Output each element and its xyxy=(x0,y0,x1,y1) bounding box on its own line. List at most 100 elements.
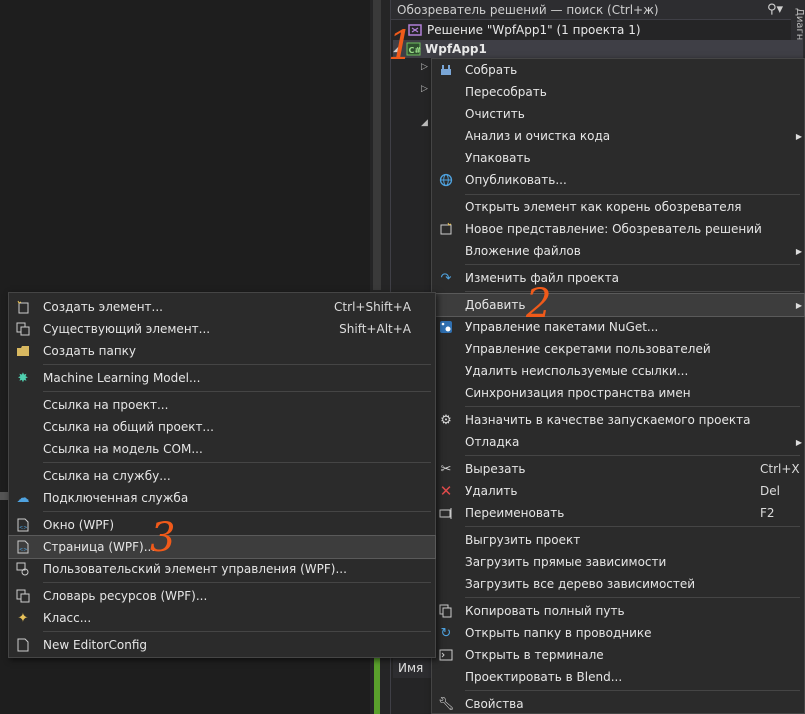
project-context-menu: Собрать Пересобрать Очистить Анализ и оч… xyxy=(431,58,805,714)
new-view-icon xyxy=(437,220,455,238)
menu-separator xyxy=(465,597,800,598)
svg-text:<>: <> xyxy=(19,525,27,531)
scissors-icon: ✂ xyxy=(440,461,452,477)
menu-separator xyxy=(43,582,431,583)
menu-separator xyxy=(465,690,800,691)
menu-separator xyxy=(43,462,431,463)
menu-item-cut[interactable]: ✂ Вырезать Ctrl+X xyxy=(432,458,804,480)
menu-item-manage-secrets[interactable]: Управление секретами пользователей xyxy=(432,338,804,360)
menu-item-delete[interactable]: ✕ Удалить Del xyxy=(432,480,804,502)
menu-item-manage-nuget[interactable]: Управление пакетами NuGet... xyxy=(432,316,804,338)
new-item-icon xyxy=(14,298,32,316)
change-indicator xyxy=(374,652,380,714)
annotation-1: 1 xyxy=(388,23,414,69)
solution-node[interactable]: Решение "WpfApp1" (1 проекта 1) xyxy=(407,21,641,39)
wrench-icon: 🔧︎ xyxy=(437,696,455,712)
menu-item-edit-project-file[interactable]: ↷ Изменить файл проекта xyxy=(432,267,804,289)
submenu-item-com-ref[interactable]: Ссылка на модель COM... xyxy=(9,438,435,460)
gear-icon: ⚙ xyxy=(440,412,452,428)
menu-separator xyxy=(43,364,431,365)
menu-item-load-dep-tree[interactable]: Загрузить все дерево зависимостей xyxy=(432,573,804,595)
menu-item-file-nesting[interactable]: Вложение файлов ▶ xyxy=(432,240,804,262)
svg-text:<>: <> xyxy=(19,547,27,553)
submenu-item-resource-dictionary[interactable]: Словарь ресурсов (WPF)... xyxy=(9,585,435,607)
existing-item-icon xyxy=(14,320,32,338)
rename-icon xyxy=(437,504,455,522)
menu-item-unload-project[interactable]: Выгрузить проект xyxy=(432,529,804,551)
menu-separator xyxy=(43,511,431,512)
menu-item-open-as-root[interactable]: Открыть элемент как корень обозревателя xyxy=(432,196,804,218)
submenu-item-connected-service[interactable]: ☁ Подключенная служба xyxy=(9,487,435,509)
menu-separator xyxy=(43,631,431,632)
delete-x-icon: ✕ xyxy=(439,482,453,500)
submenu-item-class[interactable]: ✦ Класс... xyxy=(9,607,435,629)
menu-item-new-view[interactable]: Новое представление: Обозреватель решени… xyxy=(432,218,804,240)
menu-item-rename[interactable]: Переименовать F2 xyxy=(432,502,804,524)
menu-item-code-analysis[interactable]: Анализ и очистка кода ▶ xyxy=(432,125,804,147)
name-column-header[interactable]: Имя xyxy=(393,658,433,678)
menu-item-debug[interactable]: Отладка ▶ xyxy=(432,431,804,453)
menu-item-properties[interactable]: 🔧︎ Свойства xyxy=(432,693,804,714)
menu-item-publish[interactable]: Опубликовать... xyxy=(432,169,804,191)
expand-arrow-icon[interactable]: ▷ xyxy=(421,84,428,94)
menu-item-copy-full-path[interactable]: Копировать полный путь xyxy=(432,600,804,622)
edit-arrow-icon: ↷ xyxy=(440,270,452,286)
globe-icon xyxy=(437,171,455,189)
menu-item-open-in-explorer[interactable]: ↻ Открыть папку в проводнике xyxy=(432,622,804,644)
menu-item-sync-namespaces[interactable]: Синхронизация пространства имен xyxy=(432,382,804,404)
menu-item-set-startup[interactable]: ⚙ Назначить в качестве запускаемого прое… xyxy=(432,409,804,431)
search-icon[interactable]: ⚲▾ xyxy=(767,2,783,17)
menu-separator xyxy=(465,406,800,407)
menu-item-clean[interactable]: Очистить xyxy=(432,103,804,125)
build-icon xyxy=(437,61,455,79)
connected-service-icon: ☁ xyxy=(16,490,30,506)
expand-arrow-icon[interactable]: ▷ xyxy=(421,62,428,72)
menu-item-pack[interactable]: Упаковать xyxy=(432,147,804,169)
submenu-item-editorconfig[interactable]: New EditorConfig xyxy=(9,634,435,656)
resource-dictionary-icon xyxy=(14,587,32,605)
submenu-arrow-icon: ▶ xyxy=(795,246,802,256)
submenu-item-wpf-page[interactable]: <> Страница (WPF)... xyxy=(8,535,436,559)
submenu-item-shared-project-ref[interactable]: Ссылка на общий проект... xyxy=(9,416,435,438)
menu-item-load-direct-deps[interactable]: Загрузить прямые зависимости xyxy=(432,551,804,573)
menu-separator xyxy=(465,291,800,292)
menu-item-design-in-blend[interactable]: Проектировать в Blend... xyxy=(432,666,804,688)
nuget-icon xyxy=(437,318,455,336)
menu-separator xyxy=(465,455,800,456)
user-control-icon xyxy=(14,560,32,578)
project-label: WpfApp1 xyxy=(425,42,487,56)
search-placeholder: Обозреватель решений — поиск (Ctrl+ж) xyxy=(397,2,659,17)
editorconfig-icon xyxy=(14,636,32,654)
submenu-item-wpf-window[interactable]: <> Окно (WPF) xyxy=(9,514,435,536)
collapse-arrow-icon[interactable]: ◢ xyxy=(421,118,428,128)
menu-item-rebuild[interactable]: Пересобрать xyxy=(432,81,804,103)
submenu-arrow-icon: ▶ xyxy=(795,300,802,310)
menu-item-add[interactable]: Добавить ▶ xyxy=(431,293,805,317)
solution-label: Решение "WpfApp1" (1 проекта 1) xyxy=(427,23,641,37)
annotation-2: 2 xyxy=(526,281,552,327)
refresh-arrow-icon: ↻ xyxy=(440,625,452,641)
submenu-item-new-folder[interactable]: Создать папку xyxy=(9,340,435,362)
menu-separator xyxy=(465,194,800,195)
menu-item-build[interactable]: Собрать xyxy=(432,59,804,81)
project-node[interactable]: ◢ C# WpfApp1 xyxy=(393,40,803,58)
menu-separator xyxy=(465,264,800,265)
submenu-item-project-ref[interactable]: Ссылка на проект... xyxy=(9,394,435,416)
submenu-item-existing-item[interactable]: Существующий элемент... Shift+Alt+A xyxy=(9,318,435,340)
class-icon: ✦ xyxy=(17,610,29,626)
menu-item-open-in-terminal[interactable]: Открыть в терминале xyxy=(432,644,804,666)
submenu-item-ml-model[interactable]: ✸ Machine Learning Model... xyxy=(9,367,435,389)
folder-icon xyxy=(14,342,32,360)
add-submenu: Создать элемент... Ctrl+Shift+A Существу… xyxy=(8,292,436,658)
submenu-item-service-ref[interactable]: Ссылка на службу... xyxy=(9,465,435,487)
submenu-item-new-item[interactable]: Создать элемент... Ctrl+Shift+A xyxy=(9,296,435,318)
menu-separator xyxy=(465,526,800,527)
solution-search-input[interactable]: Обозреватель решений — поиск (Ctrl+ж) ⚲▾ xyxy=(391,0,791,20)
scrollbar-thumb[interactable] xyxy=(373,0,381,290)
submenu-item-wpf-user-control[interactable]: Пользовательский элемент управления (WPF… xyxy=(9,558,435,580)
menu-separator xyxy=(43,391,431,392)
terminal-icon xyxy=(437,646,455,664)
submenu-arrow-icon: ▶ xyxy=(795,131,802,141)
submenu-arrow-icon: ▶ xyxy=(795,437,802,447)
menu-item-remove-unused-refs[interactable]: Удалить неиспользуемые ссылки... xyxy=(432,360,804,382)
